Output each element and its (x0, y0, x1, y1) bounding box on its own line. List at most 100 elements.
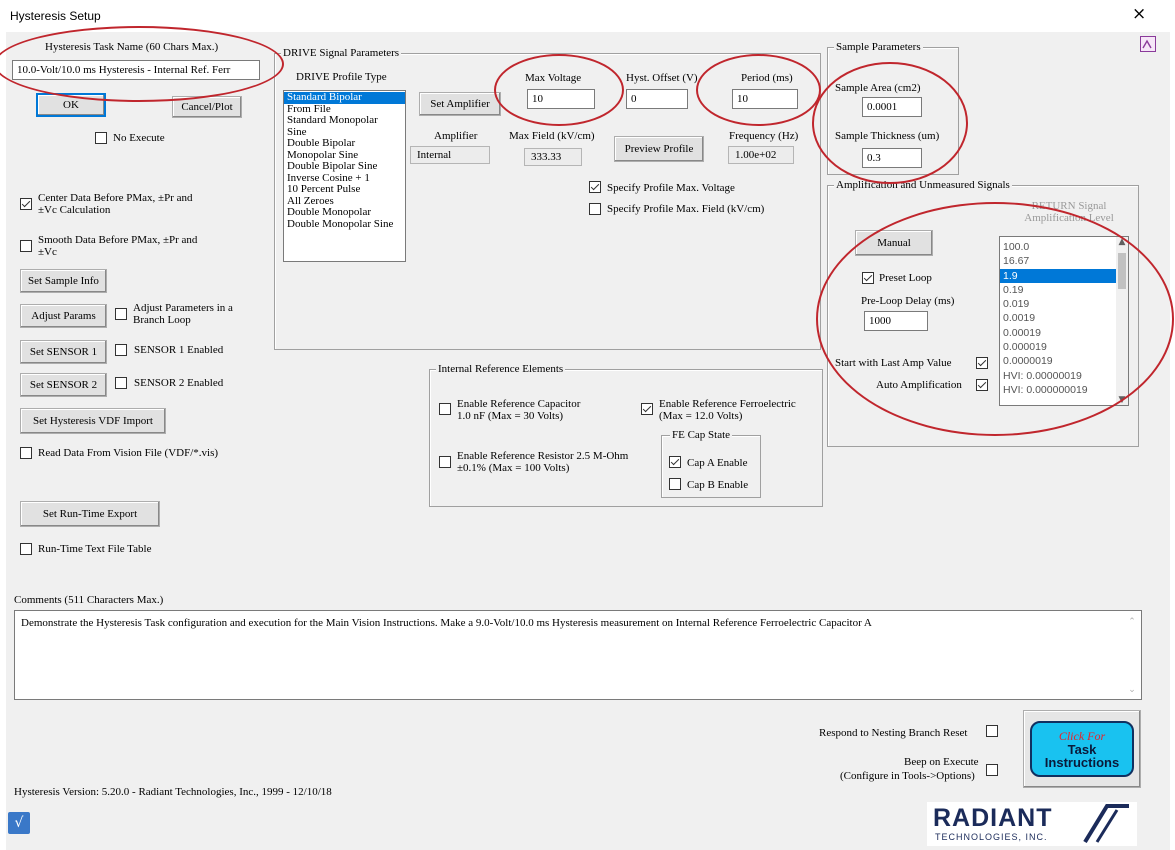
respond-nesting-checkbox[interactable] (986, 725, 998, 737)
runtime-text-table-checkbox[interactable] (20, 543, 32, 555)
read-vision-file-checkbox[interactable] (20, 447, 32, 459)
instr-task-text: Task (1067, 741, 1097, 757)
amp-level-item[interactable]: 1.9 (1000, 268, 1128, 283)
amp-level-item[interactable]: 100.0 (1000, 240, 1128, 254)
amp-level-item[interactable]: 0.0000019 (1000, 354, 1128, 368)
ref-capacitor-checkbox[interactable] (439, 403, 451, 415)
amp-level-item[interactable]: 0.00019 (1000, 326, 1128, 340)
specify-max-voltage-checkbox[interactable] (589, 181, 601, 193)
max-field-value: 333.33 (524, 148, 582, 166)
read-vision-file-label: Read Data From Vision File (VDF/*.vis) (38, 447, 219, 459)
respond-nesting-label: Respond to Nesting Branch Reset (819, 727, 968, 739)
amp-level-item[interactable]: HVI: 0.000000019 (1000, 383, 1128, 397)
frequency-value: 1.00e+02 (728, 146, 794, 164)
amp-list-scroll-thumb[interactable] (1118, 253, 1126, 289)
profile-list-item[interactable]: Standard Monopolar (284, 114, 405, 127)
smooth-data-checkbox[interactable] (20, 240, 32, 252)
cap-a-checkbox[interactable] (669, 456, 681, 468)
max-voltage-input[interactable]: 10 (527, 89, 595, 109)
task-instructions-button[interactable]: Click For Task Instructions (1023, 710, 1141, 788)
profile-type-list[interactable]: Standard Bipolar From File Standard Monopo… (283, 90, 406, 262)
ref-resistor-checkbox[interactable] (439, 456, 451, 468)
amp-level-item[interactable]: 0.19 (1000, 283, 1128, 297)
set-runtime-export-button[interactable]: Set Run-Time Export (20, 501, 160, 527)
sample-area-input[interactable]: 0.0001 (862, 97, 922, 117)
no-execute-checkbox[interactable] (95, 132, 107, 144)
ok-button[interactable]: OK (36, 93, 106, 117)
center-data-checkbox[interactable] (20, 198, 32, 210)
dialog-body: Hysteresis Task Name (60 Chars Max.) 10.… (0, 26, 1174, 850)
profile-list-item[interactable]: Double Bipolar (284, 137, 405, 150)
fe-cap-state-title: FE Cap State (670, 429, 733, 441)
graph-corner-glyph (1142, 39, 1152, 49)
auto-amplification-checkbox[interactable] (976, 379, 988, 391)
preview-profile-button[interactable]: Preview Profile (614, 136, 704, 162)
cap-b-label: Cap B Enable (687, 479, 749, 491)
preset-loop-label: Preset Loop (879, 272, 932, 284)
graph-corner-icon[interactable] (1140, 36, 1156, 52)
comments-scrollbar[interactable]: ⌃ ⌄ (1124, 611, 1140, 699)
adjust-params-button[interactable]: Adjust Params (20, 304, 107, 328)
logo-sub-text: TECHNOLOGIES, INC. (935, 832, 1048, 842)
cancel-plot-button[interactable]: Cancel/Plot (172, 96, 242, 118)
task-name-input[interactable]: 10.0-Volt/10.0 ms Hysteresis - Internal … (12, 60, 260, 80)
period-input[interactable]: 10 (732, 89, 798, 109)
window-title: Hysteresis Setup (10, 9, 101, 23)
profile-list-item[interactable]: Double Monopolar Sine (284, 218, 405, 231)
max-field-label: Max Field (kV/cm) (509, 130, 595, 142)
profile-list-item[interactable]: 10 Percent Pulse (284, 183, 405, 196)
cap-b-checkbox[interactable] (669, 478, 681, 490)
version-text: Hysteresis Version: 5.20.0 - Radiant Tec… (14, 786, 332, 798)
comments-label: Comments (511 Characters Max.) (14, 594, 164, 606)
amp-list-scrollbar[interactable]: ▲ ▼ (1116, 237, 1128, 405)
sample-area-label: Sample Area (cm2) (835, 82, 921, 94)
amp-level-item[interactable]: 16.67 (1000, 254, 1128, 268)
set-sensor2-button[interactable]: Set SENSOR 2 (20, 373, 107, 397)
ref-ferroelectric-checkbox[interactable] (641, 403, 653, 415)
amplification-level-list[interactable]: 100.0 16.67 1.9 0.19 0.019 0.0019 0.00019 0.000… (999, 236, 1129, 406)
sensor1-enabled-label: SENSOR 1 Enabled (134, 344, 224, 356)
manual-button[interactable]: Manual (855, 230, 933, 256)
preset-loop-checkbox[interactable] (862, 272, 874, 284)
preloop-delay-input[interactable]: 1000 (864, 311, 928, 331)
instr-click-text: Click For (1058, 728, 1106, 743)
set-sample-info-button[interactable]: Set Sample Info (20, 269, 107, 293)
specify-max-field-label: Specify Profile Max. Field (kV/cm) (607, 203, 765, 215)
internal-ref-group-title: Internal Reference Elements (436, 363, 566, 375)
runtime-text-table-label: Run-Time Text File Table (38, 543, 152, 555)
set-sensor1-button[interactable]: Set SENSOR 1 (20, 340, 107, 364)
ref-capacitor-label: Enable Reference Capacitor 1.0 nF (Max =… (457, 398, 581, 422)
amp-level-item[interactable]: HVI: 0.00000019 (1000, 369, 1128, 383)
sensor2-enabled-checkbox[interactable] (115, 377, 127, 389)
profile-list-item[interactable]: Standard Bipolar (284, 91, 405, 104)
ref-resistor-label: Enable Reference Resistor 2.5 M-Ohm ±0.1… (457, 450, 629, 474)
specify-max-voltage-label: Specify Profile Max. Voltage (607, 182, 735, 194)
configure-tools-label: (Configure in Tools->Options) (840, 770, 975, 782)
amp-level-item[interactable]: 0.0019 (1000, 311, 1128, 325)
amplifier-value: Internal (410, 146, 490, 164)
amp-level-item[interactable]: 0.000019 (1000, 340, 1128, 354)
comments-textarea[interactable]: Demonstrate the Hysteresis Task configur… (14, 610, 1142, 700)
hyst-offset-label: Hyst. Offset (V) (626, 72, 698, 84)
start-last-amp-checkbox[interactable] (976, 357, 988, 369)
auto-amplification-label: Auto Amplification (876, 379, 962, 391)
beep-execute-checkbox[interactable] (986, 764, 998, 776)
sample-thickness-input[interactable]: 0.3 (862, 148, 922, 168)
specify-max-field-checkbox[interactable] (589, 203, 601, 215)
amplification-group-title: Amplification and Unmeasured Signals (834, 179, 1012, 191)
profile-list-item[interactable]: Double Monopolar (284, 206, 405, 219)
smooth-data-label: Smooth Data Before PMax, ±Pr and ±Vc (38, 234, 198, 258)
sample-thickness-label: Sample Thickness (um) (835, 130, 940, 142)
logo-main-text: RADIANT (933, 804, 1053, 832)
close-icon[interactable]: × (1132, 4, 1146, 24)
set-amplifier-button[interactable]: Set Amplifier (419, 92, 501, 116)
adjust-branch-checkbox[interactable] (115, 308, 127, 320)
amp-level-item[interactable]: 0.019 (1000, 297, 1128, 311)
set-vdf-import-button[interactable]: Set Hysteresis VDF Import (20, 408, 166, 434)
sensor1-enabled-checkbox[interactable] (115, 344, 127, 356)
ref-ferroelectric-label: Enable Reference Ferroelectric (Max = 12… (659, 398, 796, 422)
profile-list-item[interactable]: Double Bipolar Sine (284, 160, 405, 173)
vision-app-icon[interactable]: √ (8, 812, 30, 834)
center-data-label: Center Data Before PMax, ±Pr and ±Vc Cal… (38, 192, 193, 216)
hyst-offset-input[interactable]: 0 (626, 89, 688, 109)
